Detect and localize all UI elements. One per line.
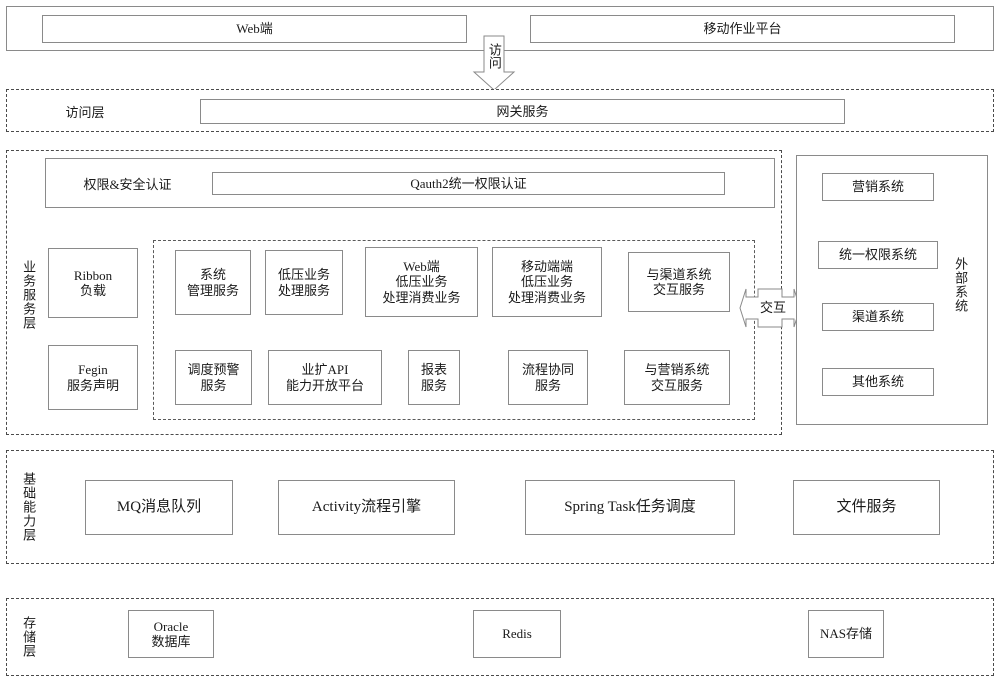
service-box-report[interactable]: 报表 服务 — [408, 350, 460, 405]
storage-box-nas-storage[interactable]: NAS存储 — [808, 610, 884, 658]
architecture-diagram: Web端 移动作业平台 访问 访问层 网关服务 业务服务层 权限&安全认证 Qa… — [0, 0, 1000, 684]
access-box-gateway-service[interactable]: 网关服务 — [200, 99, 845, 124]
service-box-lv-business-processing[interactable]: 低压业务 处理服务 — [265, 250, 343, 315]
capability-box-spring-task-scheduler[interactable]: Spring Task任务调度 — [525, 480, 735, 535]
auth-box-qauth2[interactable]: Qauth2统一权限认证 — [212, 172, 725, 195]
external-box-marketing-system[interactable]: 营销系统 — [822, 173, 934, 201]
service-box-channel-interaction[interactable]: 与渠道系统 交互服务 — [628, 252, 730, 312]
service-box-web-lv-consumption[interactable]: Web端 低压业务 处理消费业务 — [365, 247, 478, 317]
business-box-ribbon-load[interactable]: Ribbon 负载 — [48, 248, 138, 318]
external-systems-label: 外部系统 — [953, 257, 969, 313]
external-box-unified-auth-system[interactable]: 统一权限系统 — [818, 241, 938, 269]
capability-box-file-service[interactable]: 文件服务 — [793, 480, 940, 535]
capability-layer-label: 基础能力层 — [21, 472, 37, 542]
auth-section-label: 权限&安全认证 — [83, 176, 172, 192]
service-box-marketing-interaction[interactable]: 与营销系统 交互服务 — [624, 350, 730, 405]
interaction-arrow-label: 交互 — [759, 300, 786, 316]
client-box-mobile-platform[interactable]: 移动作业平台 — [530, 15, 955, 43]
service-box-process-collaboration[interactable]: 流程协同 服务 — [508, 350, 588, 405]
capability-box-activity-process-engine[interactable]: Activity流程引擎 — [278, 480, 455, 535]
service-box-expansion-api-platform[interactable]: 业扩API 能力开放平台 — [268, 350, 382, 405]
external-box-channel-system[interactable]: 渠道系统 — [822, 303, 934, 331]
access-arrow-label: 访问 — [486, 43, 502, 69]
storage-box-oracle-database[interactable]: Oracle 数据库 — [128, 610, 214, 658]
business-layer-label: 业务服务层 — [21, 260, 37, 330]
access-layer-label: 访问层 — [65, 104, 105, 120]
storage-layer-label: 存储层 — [21, 616, 37, 658]
business-box-fegin-service-declaration[interactable]: Fegin 服务声明 — [48, 345, 138, 410]
service-box-dispatch-warning[interactable]: 调度预警 服务 — [175, 350, 252, 405]
storage-box-redis[interactable]: Redis — [473, 610, 561, 658]
capability-box-mq-message-queue[interactable]: MQ消息队列 — [85, 480, 233, 535]
service-box-system-management[interactable]: 系统 管理服务 — [175, 250, 251, 315]
service-box-mobile-lv-consumption[interactable]: 移动端端 低压业务 处理消费业务 — [492, 247, 602, 317]
client-box-web[interactable]: Web端 — [42, 15, 467, 43]
external-box-other-system[interactable]: 其他系统 — [822, 368, 934, 396]
